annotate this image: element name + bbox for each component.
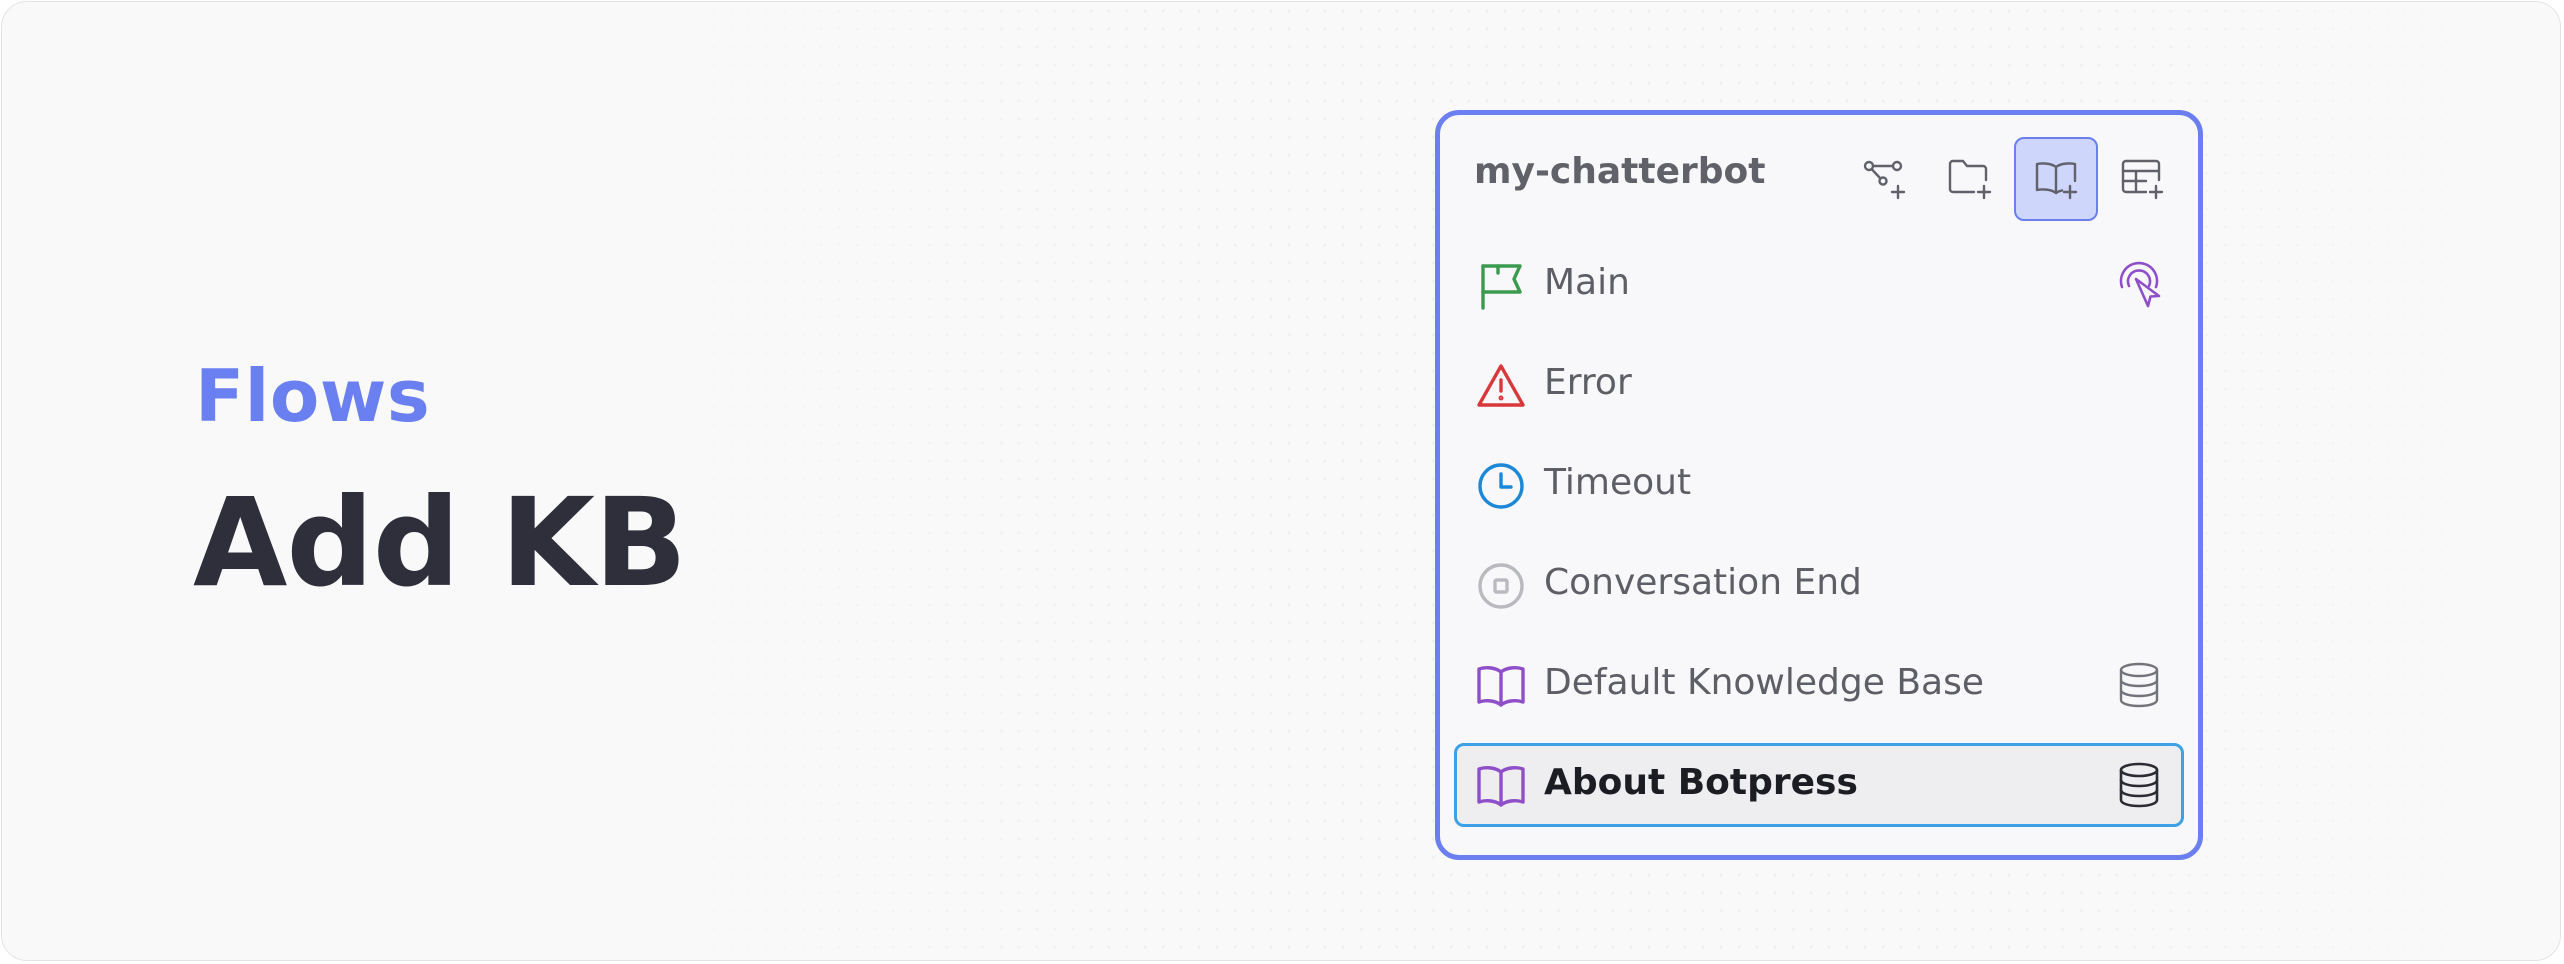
book-icon (1477, 666, 1525, 707)
kb-item-label: Default Knowledge Base (1544, 662, 1984, 703)
book-icon (1477, 766, 1525, 807)
flag-icon (1481, 264, 1522, 310)
section-eyebrow: Flows (195, 354, 431, 438)
page-title: Add KB (193, 472, 687, 614)
flow-item-label: Main (1544, 262, 1630, 303)
add-table-button[interactable] (2100, 137, 2184, 221)
flow-item-conversation-end[interactable]: Conversation End (1454, 543, 2184, 627)
warning-triangle-icon (1477, 364, 1525, 407)
kb-item-default-knowledge-base[interactable]: Default Knowledge Base (1454, 643, 2184, 727)
stop-circle-icon (1478, 563, 1524, 609)
flow-item-timeout[interactable]: Timeout (1454, 443, 2184, 527)
add-workflow-icon (1863, 160, 1906, 200)
flow-item-label: Error (1544, 362, 1632, 403)
add-folder-icon (1948, 159, 1992, 200)
add-folder-button[interactable] (1928, 137, 2012, 221)
hero-card: Flows Add KB my-chatterbot Main Error Ti… (1, 1, 2561, 961)
explorer-panel: my-chatterbot Main Error Timeout Convers… (1435, 110, 2203, 860)
flow-item-label: Conversation End (1544, 562, 1862, 603)
flow-item-error[interactable]: Error (1454, 343, 2184, 427)
bot-name: my-chatterbot (1474, 151, 1766, 192)
clock-icon (1478, 463, 1524, 509)
add-table-icon (2121, 159, 2164, 200)
database-icon[interactable] (2116, 661, 2162, 709)
add-knowledge-base-button[interactable] (2014, 137, 2098, 221)
flow-item-main[interactable]: Main (1454, 243, 2184, 327)
kb-item-label: About Botpress (1544, 762, 1858, 803)
database-icon[interactable] (2116, 761, 2162, 809)
add-knowledge-base-icon (2035, 162, 2078, 200)
pointer-click-icon[interactable] (2116, 261, 2162, 309)
flow-item-label: Timeout (1544, 462, 1692, 503)
kb-item-about-botpress[interactable]: About Botpress (1454, 743, 2184, 827)
add-workflow-button[interactable] (1842, 137, 1926, 221)
